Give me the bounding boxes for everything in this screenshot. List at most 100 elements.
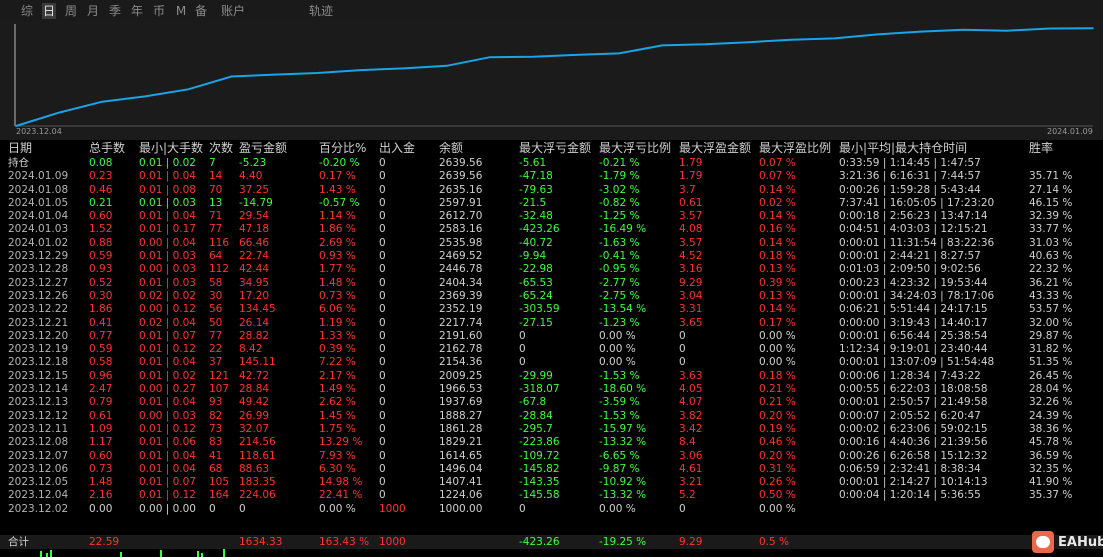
table-cell: 2024.01.03 — [8, 223, 69, 236]
table-cell: 0.14 % — [759, 210, 796, 223]
table-cell: 2404.34 — [439, 276, 483, 289]
table-row[interactable]: 2024.01.03 1.52 0.01 | 0.17 77 47.18 1.86 % 0 2… — [0, 223, 1103, 236]
table-row[interactable]: 2023.12.04 2.16 0.01 | 0.12 164 224.06 22.41 … — [0, 489, 1103, 502]
table-cell: 0.01 | 0.12 — [139, 343, 196, 356]
table-cell: 1.49 % — [319, 383, 356, 396]
table-cell: 118.61 — [239, 449, 276, 462]
table-cell: 46.15 % — [1029, 196, 1073, 209]
table-cell: 0 — [379, 422, 386, 435]
table-cell: 1224.06 — [439, 489, 483, 502]
table-cell: 29.54 — [239, 210, 270, 223]
table-row[interactable]: 2023.12.02 0.00 0.00 | 0.00 0 0 0.00 % 1000 100… — [0, 503, 1103, 516]
table-cell: 0.88 — [89, 236, 113, 249]
table-cell: -0.82 % — [599, 196, 640, 209]
column-header[interactable]: 出入金 — [379, 140, 415, 157]
table-row[interactable]: 2023.12.18 0.58 0.01 | 0.04 37 145.11 7.22 % 0… — [0, 356, 1103, 369]
column-header[interactable]: 最小|平均|最大持仓时间 — [839, 140, 967, 157]
equity-point — [747, 41, 750, 44]
table-cell: 0 — [379, 462, 386, 475]
tab-3[interactable]: 月 — [86, 3, 100, 19]
total-cell: 合计 — [8, 536, 29, 548]
column-header[interactable]: 余额 — [439, 140, 463, 157]
table-row[interactable]: 2024.01.08 0.46 0.01 | 0.08 70 37.25 1.43 % 0 2… — [0, 184, 1103, 197]
table-row[interactable]: 2023.12.13 0.79 0.01 | 0.04 93 49.42 2.62 % 0 1… — [0, 396, 1103, 409]
table-row[interactable]: 2024.01.09 0.23 0.01 | 0.04 14 4.40 0.17 % 0 26… — [0, 170, 1103, 183]
table-cell: -145.82 — [519, 462, 560, 475]
table-cell: 1966.53 — [439, 383, 483, 396]
table-cell: 0 — [379, 369, 386, 382]
table-row[interactable]: 2023.12.19 0.59 0.01 | 0.12 22 8.42 0.39 % 0 21… — [0, 343, 1103, 356]
table-cell: 2023.12.27 — [8, 276, 69, 289]
tab-5[interactable]: 年 — [130, 3, 144, 19]
table-cell: 0:00:16 | 4:40:36 | 21:39:56 — [839, 436, 988, 449]
table-cell: 5.2 — [679, 489, 696, 502]
table-cell: 0.00 % — [759, 356, 796, 369]
table-cell: 26.45 % — [1029, 369, 1073, 382]
table-cell: 0.26 % — [759, 476, 796, 489]
table-cell: 3.42 — [679, 422, 703, 435]
table-row[interactable]: 2023.12.07 0.60 0.01 | 0.04 41 118.61 7.93 % 0… — [0, 450, 1103, 463]
table-cell: 71 — [209, 210, 223, 223]
table-row[interactable]: 2024.01.04 0.60 0.01 | 0.04 71 29.54 1.14 % 0 2… — [0, 210, 1103, 223]
table-row[interactable]: 2023.12.15 0.96 0.01 | 0.02 121 42.72 2.17 % 0… — [0, 370, 1103, 383]
tab-2[interactable]: 周 — [64, 3, 78, 19]
table-cell: 0 — [679, 329, 686, 342]
table-cell: 8.4 — [679, 436, 696, 449]
column-header[interactable]: 最大浮亏金额 — [519, 140, 591, 157]
table-cell: 0 — [379, 409, 386, 422]
column-header[interactable]: 次数 — [209, 140, 233, 157]
tab-6[interactable]: 币 — [152, 3, 166, 19]
table-row[interactable]: 2023.12.22 1.86 0.00 | 0.12 56 134.45 6.06 % 0… — [0, 303, 1103, 316]
table-row[interactable]: 2024.01.02 0.88 0.00 | 0.04 116 66.46 2.69 % 0… — [0, 237, 1103, 250]
table-row[interactable]: 2023.12.21 0.41 0.02 | 0.04 50 26.14 1.19 % 0 2… — [0, 317, 1103, 330]
table-cell: 2191.60 — [439, 329, 483, 342]
column-header[interactable]: 最大浮盈金额 — [679, 140, 751, 157]
column-header[interactable]: 最大浮盈比例 — [759, 140, 831, 157]
tab-9[interactable]: 账户 — [220, 3, 246, 19]
table-row[interactable]: 2023.12.12 0.61 0.00 | 0.03 82 26.99 1.45 % 0 1… — [0, 410, 1103, 423]
table-cell: 17.20 — [239, 289, 270, 302]
table-cell: 0 — [679, 356, 686, 369]
table-cell: 0.00 | 0.12 — [139, 303, 196, 316]
table-row[interactable]: 2023.12.20 0.77 0.01 | 0.07 77 28.82 1.33 % 0 2… — [0, 330, 1103, 343]
column-header[interactable]: 最大浮亏比例 — [599, 140, 671, 157]
table-row[interactable]: 2023.12.14 2.47 0.00 | 0.27 107 28.84 1.49 % 0… — [0, 383, 1103, 396]
table-cell: 0.01 | 0.07 — [139, 476, 196, 489]
table-row[interactable]: 2023.12.05 1.48 0.01 | 0.07 105 183.35 14.98 … — [0, 476, 1103, 489]
table-cell: -223.86 — [519, 436, 560, 449]
tab-1[interactable]: 日 — [42, 3, 56, 19]
table-cell: 29.87 % — [1029, 329, 1073, 342]
table-cell: 0:00:26 | 1:59:28 | 5:43:44 — [839, 183, 981, 196]
table-row[interactable]: 持仓 0.08 0.01 | 0.02 7 -5.23 -0.20 % 0 2639.56 -5… — [0, 157, 1103, 170]
tab-0[interactable]: 综 — [20, 3, 34, 19]
column-header[interactable]: 胜率 — [1029, 140, 1053, 157]
table-row[interactable]: 2023.12.27 0.52 0.01 | 0.03 58 34.95 1.48 % 0 2… — [0, 277, 1103, 290]
table-cell: 14 — [209, 170, 223, 183]
table-cell: 1.48 — [89, 476, 113, 489]
table-cell: 1.19 % — [319, 316, 356, 329]
tab-7[interactable]: M — [174, 3, 188, 19]
table-cell: 0.00 | 0.03 — [139, 263, 196, 276]
table-cell: 0 — [379, 489, 386, 502]
table-row[interactable]: 2023.12.29 0.59 0.01 | 0.03 64 22.74 0.93 % 0 2… — [0, 250, 1103, 263]
table-cell: 0.19 % — [759, 422, 796, 435]
tab-10[interactable]: 轨迹 — [308, 3, 334, 19]
table-row[interactable]: 2023.12.08 1.17 0.01 | 0.06 83 214.56 13.29 %… — [0, 436, 1103, 449]
column-header[interactable]: 日期 — [8, 140, 32, 157]
table-row[interactable]: 2023.12.11 1.09 0.01 | 0.12 73 32.07 1.75 % 0 1… — [0, 423, 1103, 436]
column-header[interactable]: 总手数 — [89, 140, 125, 157]
table-cell: 77 — [209, 223, 223, 236]
column-header[interactable]: 最小|大手数 — [139, 140, 203, 157]
tab-8[interactable]: 备 — [194, 3, 208, 19]
table-row[interactable]: 2023.12.28 0.93 0.00 | 0.03 112 42.44 1.77 % 0… — [0, 263, 1103, 276]
tab-4[interactable]: 季 — [108, 3, 122, 19]
table-cell: 1.75 % — [319, 422, 356, 435]
table-cell: 7.22 % — [319, 356, 356, 369]
column-header[interactable]: 盈亏金额 — [239, 140, 287, 157]
table-row[interactable]: 2023.12.06 0.73 0.01 | 0.04 68 88.63 6.30 % 0 1… — [0, 463, 1103, 476]
table-row[interactable]: 2024.01.05 0.21 0.01 | 0.03 13 -14.79 -0.57 %… — [0, 197, 1103, 210]
table-cell: -28.84 — [519, 409, 553, 422]
table-cell: 0:00:06 | 1:28:34 | 7:43:22 — [839, 369, 981, 382]
table-row[interactable]: 2023.12.26 0.30 0.02 | 0.02 30 17.20 0.73 % 0 2… — [0, 290, 1103, 303]
column-header[interactable]: 百分比% — [319, 140, 366, 157]
